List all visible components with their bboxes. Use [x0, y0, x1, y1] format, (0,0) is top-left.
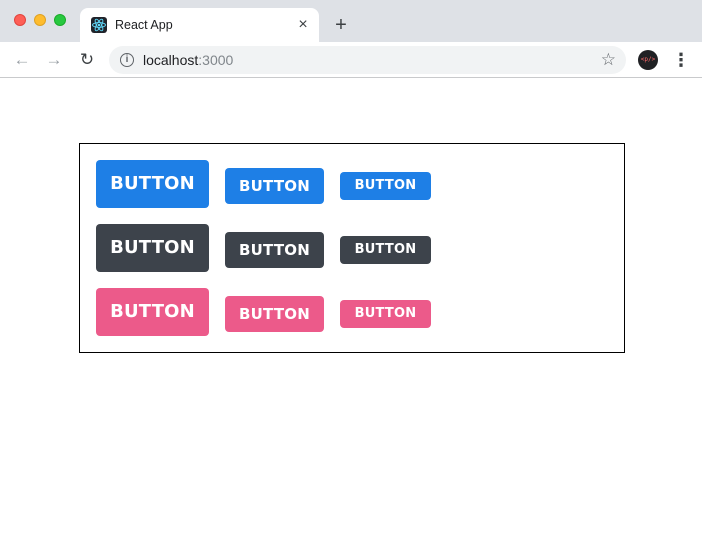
address-bar[interactable]: i localhost:3000 ☆ [109, 46, 626, 74]
tab-title: React App [115, 18, 173, 32]
close-tab-icon[interactable]: × [294, 16, 312, 34]
zoom-window-button[interactable] [54, 14, 66, 26]
dark-medium-button[interactable]: BUTTON [225, 232, 324, 268]
url-host: localhost [143, 52, 199, 68]
profile-avatar[interactable]: <p/> [638, 50, 658, 70]
bookmark-star-icon[interactable]: ☆ [601, 50, 616, 70]
pink-medium-button[interactable]: BUTTON [225, 296, 324, 332]
primary-medium-button[interactable]: BUTTON [225, 168, 324, 204]
pink-small-button[interactable]: BUTTON [340, 300, 431, 328]
browser-toolbar: ← → ↻ i localhost:3000 ☆ [0, 42, 702, 78]
back-arrow-icon[interactable]: ← [12, 50, 32, 70]
close-window-button[interactable] [14, 14, 26, 26]
primary-small-button[interactable]: BUTTON [340, 172, 431, 200]
browser-tab-strip: React App × + [0, 0, 702, 42]
pink-large-button[interactable]: BUTTON [96, 288, 209, 336]
reload-icon[interactable]: ↻ [77, 50, 97, 70]
button-showcase-box: BUTTON BUTTON BUTTON BUTTON BUTTON BUTTO… [79, 143, 625, 353]
dark-small-button[interactable]: BUTTON [340, 236, 431, 264]
primary-large-button[interactable]: BUTTON [96, 160, 209, 208]
browser-menu-icon[interactable]: ⋮ [672, 50, 690, 70]
page-content: BUTTON BUTTON BUTTON BUTTON BUTTON BUTTO… [0, 79, 702, 546]
url-port: :3000 [198, 52, 234, 68]
new-tab-icon[interactable]: + [330, 14, 352, 36]
forward-arrow-icon[interactable]: → [44, 50, 64, 70]
dark-large-button[interactable]: BUTTON [96, 224, 209, 272]
site-info-icon[interactable]: i [120, 53, 134, 67]
browser-tab[interactable]: React App × [80, 8, 319, 42]
minimize-window-button[interactable] [34, 14, 46, 26]
react-logo-icon [91, 17, 107, 33]
profile-avatar-label: <p/> [640, 56, 656, 63]
url-text[interactable]: localhost:3000 [143, 52, 233, 68]
